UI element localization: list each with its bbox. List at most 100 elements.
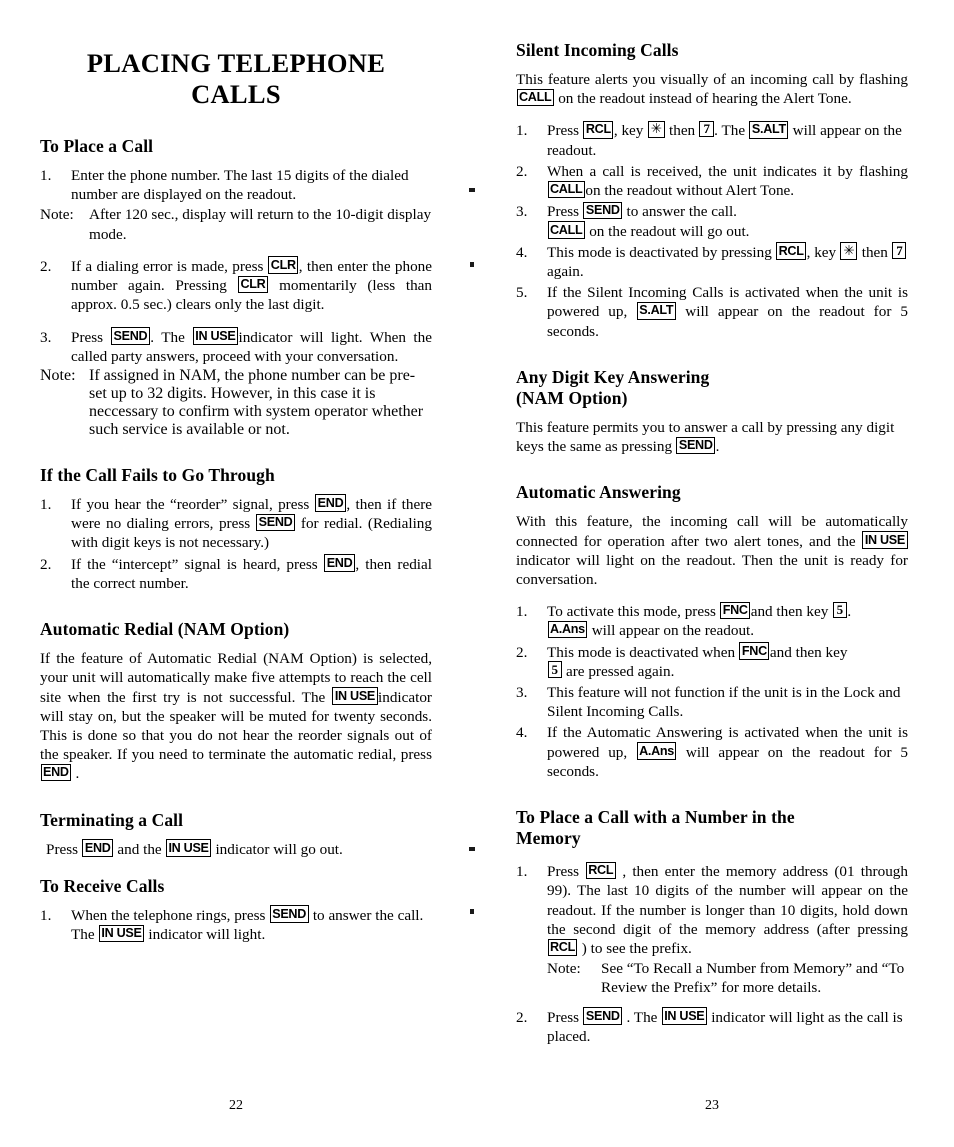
note-text: After 120 sec., display will return to t… bbox=[89, 206, 432, 243]
section-heading: Silent Incoming Calls bbox=[516, 40, 679, 60]
step-list: 1. To activate this mode, press FNC and th… bbox=[516, 601, 908, 781]
step-text: If you hear the “reorder” signal, press bbox=[71, 495, 315, 513]
step-text: . The bbox=[714, 122, 749, 140]
scan-speckle bbox=[469, 188, 475, 192]
list-item: 2. This mode is deactivated when FNC and t… bbox=[516, 642, 908, 681]
step-number: 1. bbox=[516, 603, 528, 621]
section-heading: If the Call Fails to Go Through bbox=[40, 464, 275, 485]
step-text: . bbox=[847, 603, 852, 621]
list-item: 1. Enter the phone number. The last 15 di… bbox=[40, 166, 432, 244]
step-text: Enter the phone number. The last 15 digi… bbox=[71, 167, 409, 204]
step-number: 1. bbox=[40, 906, 52, 924]
section-heading: To Place a Call bbox=[40, 136, 154, 156]
section-place-call-from-memory: To Place a Call with a Number in the Mem… bbox=[516, 807, 908, 1046]
step-text: and then key bbox=[750, 603, 833, 621]
step-number: 3. bbox=[40, 328, 52, 346]
key-legend-in-use: IN USE bbox=[661, 1007, 707, 1025]
paragraph-text: With this feature, the incoming call wil… bbox=[516, 513, 908, 550]
section-terminating-a-call: Terminating a Call Press END and the IN … bbox=[40, 810, 432, 859]
paragraph-text: This feature alerts you visually of an i… bbox=[516, 71, 908, 88]
section-paragraph: This feature permits you to answer a cal… bbox=[516, 418, 908, 456]
section-silent-incoming-calls: Silent Incoming Calls This feature alert… bbox=[516, 40, 908, 341]
step-text: When the telephone rings, press bbox=[71, 906, 270, 924]
key-legend-send: SEND bbox=[583, 1007, 623, 1025]
list-item: 2. If a dialing error is made, press CLR,… bbox=[40, 256, 432, 315]
step-number: 2. bbox=[516, 643, 528, 661]
section-to-place-a-call: To Place a Call 1. Enter the phone number… bbox=[40, 136, 432, 439]
key-legend-send: SEND bbox=[269, 905, 309, 923]
step-number: 2. bbox=[516, 162, 528, 180]
page-title-line-2: CALLS bbox=[191, 79, 281, 109]
note-text: If assigned in NAM, the phone number can… bbox=[89, 366, 424, 438]
step-text: indicator will light. bbox=[144, 926, 266, 944]
key-legend-in-use: IN USE bbox=[165, 839, 212, 857]
step-text: , key bbox=[806, 243, 840, 261]
key-legend-rcl: RCL bbox=[776, 242, 807, 260]
key-legend-end: END bbox=[40, 763, 72, 782]
key-legend-in-use: IN USE bbox=[862, 531, 908, 549]
paragraph-text: indicator will go out. bbox=[211, 840, 343, 858]
step-text: then bbox=[665, 122, 699, 140]
key-legend-clr: CLR bbox=[237, 275, 268, 294]
key-legend-a-ans: A.Ans bbox=[636, 742, 677, 760]
key-legend-salt: S.ALT bbox=[749, 120, 789, 139]
step-text: When a call is received, the unit indica… bbox=[547, 162, 908, 180]
note-label: Note: bbox=[40, 206, 74, 224]
key-legend-salt: S.ALT bbox=[636, 301, 676, 320]
key-legend-star: ✳ bbox=[840, 242, 858, 260]
section-heading-line-1: To Place a Call with a Number in the bbox=[516, 807, 795, 828]
step-list: 1. Press RCL , then enter the memory addr… bbox=[516, 861, 908, 1046]
step-text: and then key bbox=[769, 643, 848, 661]
list-item: 1. Press RCL, key ✳ then 7. The S.ALT wil… bbox=[516, 120, 908, 159]
list-item: 1. When the telephone rings, press SEND t… bbox=[40, 905, 432, 944]
note-label: Note: bbox=[547, 960, 581, 978]
key-legend-call: CALL bbox=[516, 88, 554, 107]
key-legend-send: SEND bbox=[256, 513, 295, 532]
paragraph-text: and the bbox=[113, 840, 166, 858]
step-number: 2. bbox=[40, 257, 52, 275]
step-number: 3. bbox=[516, 203, 528, 221]
step-text: Press bbox=[547, 863, 586, 881]
page-number-right: 23 bbox=[705, 1098, 719, 1113]
key-legend-5: 5 bbox=[547, 661, 562, 678]
section-heading: To Place a Call with a Number in the Mem… bbox=[516, 807, 908, 849]
step-text: , key bbox=[613, 122, 648, 140]
page-title: PLACING TELEPHONE CALLS bbox=[40, 48, 432, 110]
key-legend-clr: CLR bbox=[268, 256, 299, 274]
step-text: This feature will not function if the un… bbox=[547, 684, 901, 721]
step-text: are pressed again. bbox=[562, 662, 675, 680]
step-number: 5. bbox=[516, 284, 528, 302]
key-legend-rcl: RCL bbox=[547, 938, 578, 957]
list-item: 2. When a call is received, the unit indi… bbox=[516, 162, 908, 200]
section-heading: Any Digit Key Answering (NAM Option) bbox=[516, 367, 908, 409]
section-if-the-call-fails: If the Call Fails to Go Through 1. If you… bbox=[40, 465, 432, 593]
step-text: on the readout without Alert Tone. bbox=[585, 182, 795, 200]
key-legend-fnc: FNC bbox=[739, 642, 770, 660]
step-number: 2. bbox=[516, 1008, 528, 1026]
step-text: on the readout will go out. bbox=[585, 222, 750, 240]
section-note: Note: If assigned in NAM, the phone numbe… bbox=[40, 367, 432, 439]
note-text: See “To Recall a Number from Memory” and… bbox=[601, 960, 905, 997]
key-legend-send: SEND bbox=[111, 327, 150, 345]
step-number: 4. bbox=[516, 724, 528, 742]
key-legend-star: ✳ bbox=[647, 120, 665, 139]
section-to-receive-calls: To Receive Calls 1. When the telephone ri… bbox=[40, 876, 432, 944]
key-legend-7: 7 bbox=[699, 120, 714, 138]
step-number: 1. bbox=[516, 122, 528, 140]
paragraph-text: . bbox=[71, 765, 80, 783]
step-text: . The bbox=[622, 1008, 662, 1026]
step-number: 3. bbox=[516, 684, 528, 702]
step-text: If a dialing error is made, press bbox=[71, 257, 268, 275]
step-text: to answer the call. bbox=[622, 203, 737, 221]
list-item: 3. Press SEND. The IN USE indicator will l… bbox=[40, 327, 432, 366]
key-legend-7: 7 bbox=[892, 242, 907, 259]
step-text: then bbox=[857, 243, 892, 261]
list-item: 1. To activate this mode, press FNC and th… bbox=[516, 601, 908, 640]
section-automatic-redial: Automatic Redial (NAM Option) If the fea… bbox=[40, 619, 432, 784]
list-item: 2. If the “intercept” signal is heard, pr… bbox=[40, 554, 432, 593]
paragraph-text: on the readout instead of hearing the Al… bbox=[554, 90, 852, 108]
page-number-left: 22 bbox=[229, 1098, 243, 1113]
section-paragraph: This feature alerts you visually of an i… bbox=[516, 70, 908, 108]
scan-speckle bbox=[469, 847, 475, 851]
section-heading-line-1: Any Digit Key Answering bbox=[516, 366, 710, 387]
